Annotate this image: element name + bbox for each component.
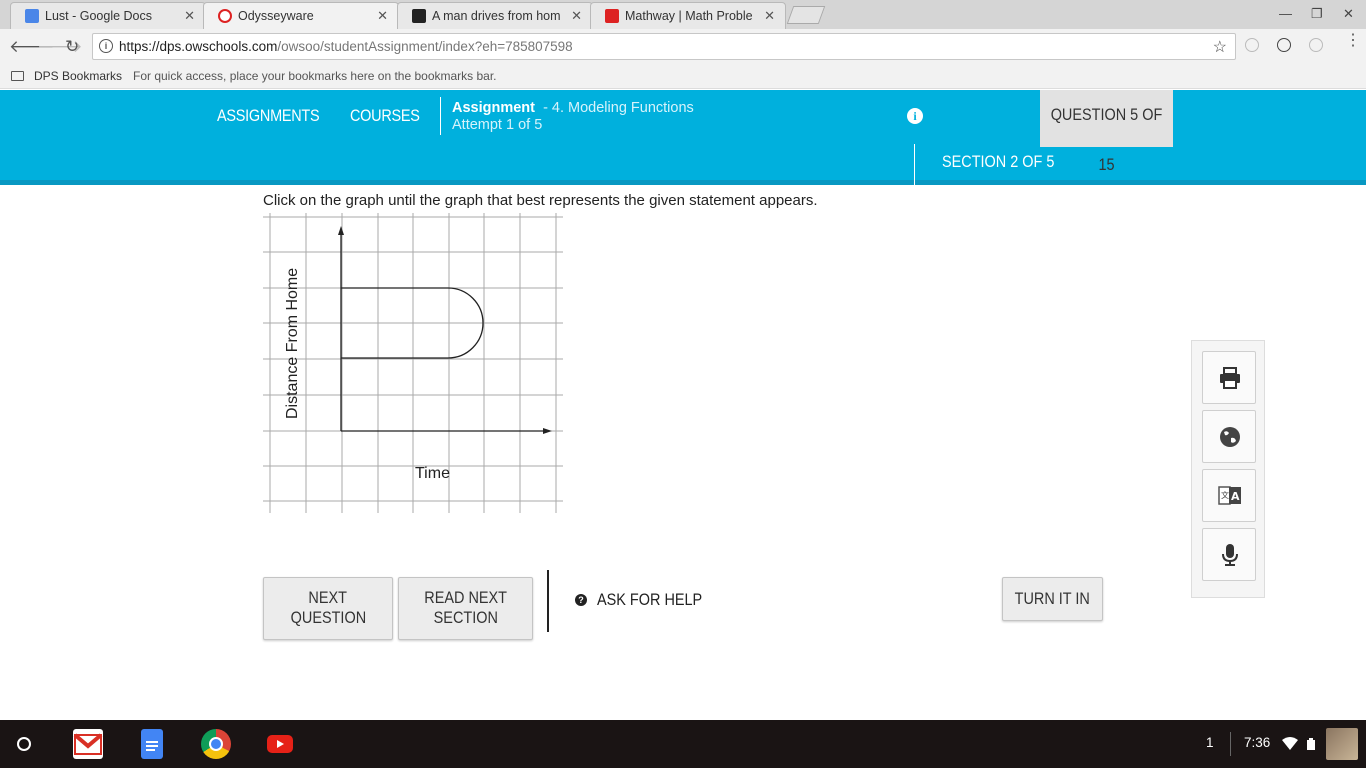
odysseyware-icon (218, 9, 232, 23)
app-header: ASSIGNMENTS COURSES Assignment - 4. Mode… (0, 90, 1366, 185)
button-label: SECTION (433, 608, 498, 627)
clock[interactable]: 7:36 (1244, 735, 1270, 750)
divider (440, 97, 441, 135)
help-label: ASK FOR HELP (597, 590, 703, 609)
bookmark-star-icon[interactable]: ☆ (1213, 37, 1227, 57)
notification-count[interactable]: 1 (1206, 735, 1214, 750)
tab-strip: Lust - Google Docs ✕ Odysseyware ✕ A man… (0, 0, 1366, 29)
battery-icon[interactable] (1306, 738, 1316, 750)
extension-icon[interactable] (1309, 38, 1323, 52)
minimize-icon[interactable]: — (1279, 6, 1292, 21)
bookmarks-folder[interactable]: DPS Bookmarks (34, 69, 122, 83)
google-docs-icon[interactable] (141, 729, 163, 759)
launcher-icon[interactable] (17, 737, 31, 751)
restore-icon[interactable]: ❐ (1311, 6, 1323, 22)
divider (914, 144, 915, 185)
attempt-counter: Attempt 1 of 5 (452, 117, 543, 133)
avatar[interactable] (1326, 728, 1358, 760)
folder-icon (11, 71, 24, 81)
answer-graph[interactable]: Distance From Home Time (263, 213, 563, 513)
google-docs-icon (25, 9, 39, 23)
turn-it-in-button[interactable]: TURN IT IN (1002, 577, 1103, 621)
chrome-icon[interactable] (201, 729, 231, 759)
graph-grid (263, 213, 563, 513)
tab-google-docs[interactable]: Lust - Google Docs ✕ (10, 2, 206, 29)
print-button[interactable] (1202, 351, 1256, 404)
translate-icon: 文 A (1218, 486, 1241, 505)
divider (1230, 732, 1231, 756)
nav-assignments[interactable]: ASSIGNMENTS (217, 106, 320, 126)
button-label: TURN IT IN (1014, 589, 1091, 608)
button-label: NEXT (308, 588, 348, 607)
globe-button[interactable] (1202, 410, 1256, 463)
mathway-icon (605, 9, 619, 23)
tab-title: Lust - Google Docs (45, 9, 152, 23)
info-icon[interactable]: i (907, 108, 923, 124)
section-counter: SECTION 2 OF 5 (942, 152, 1055, 171)
menu-icon[interactable]: ⋮ (1345, 33, 1361, 49)
x-axis-arrow (543, 428, 552, 434)
print-icon (1220, 367, 1240, 389)
y-axis-label: Distance From Home (284, 268, 301, 419)
svg-text:A: A (1231, 490, 1240, 503)
globe-icon (1220, 427, 1240, 447)
assignment-title: Assignment - 4. Modeling Functions (452, 100, 694, 116)
nav-courses[interactable]: COURSES (350, 106, 420, 126)
question-counter: QUESTION 5 OF 15 (1040, 90, 1173, 174)
assignment-name: - 4. Modeling Functions (543, 100, 694, 116)
graph-axes (340, 229, 547, 432)
ask-for-help-link[interactable]: ? ASK FOR HELP (575, 590, 721, 610)
button-label: READ NEXT (424, 588, 507, 607)
close-icon[interactable]: ✕ (571, 8, 582, 24)
next-question-button[interactable]: NEXT QUESTION (263, 577, 393, 640)
brainly-icon (412, 9, 426, 23)
wifi-icon[interactable] (1282, 737, 1298, 750)
address-bar[interactable]: i https://dps.owschools.com/owsoo/studen… (92, 33, 1236, 60)
x-axis-label: Time (415, 465, 450, 482)
read-next-section-button[interactable]: READ NEXT SECTION (398, 577, 533, 640)
tools-panel: 文 A (1191, 340, 1265, 598)
url-text: https://dps.owschools.com/owsoo/studentA… (119, 39, 573, 54)
translate-button[interactable]: 文 A (1202, 469, 1256, 522)
bookmarks-bar: DPS Bookmarks For quick access, place yo… (0, 65, 1366, 89)
microphone-button[interactable] (1202, 528, 1256, 581)
tab-brainly[interactable]: A man drives from home ✕ (397, 2, 593, 29)
tab-title: A man drives from home (432, 9, 560, 23)
y-axis-arrow (338, 226, 344, 235)
tab-odysseyware[interactable]: Odysseyware ✕ (203, 2, 399, 29)
button-label: QUESTION (290, 608, 366, 627)
power-icon[interactable] (1277, 38, 1291, 52)
site-info-icon[interactable]: i (99, 39, 113, 53)
tab-title: Odysseyware (238, 9, 314, 23)
reload-icon[interactable]: ↻ (65, 37, 79, 57)
assignment-label: Assignment (452, 100, 535, 116)
close-icon[interactable]: ✕ (764, 8, 775, 24)
bookmarks-hint: For quick access, place your bookmarks h… (133, 69, 497, 83)
new-tab-button[interactable] (786, 6, 826, 24)
tab-title: Mathway | Math Problem (625, 9, 753, 23)
svg-text:文: 文 (1221, 490, 1229, 500)
youtube-icon[interactable] (267, 735, 293, 753)
divider (547, 570, 549, 632)
gmail-icon[interactable] (73, 729, 103, 759)
browser-toolbar: 🡐 🡒 ↻ i https://dps.owschools.com/owsoo/… (0, 29, 1366, 65)
close-icon[interactable]: ✕ (377, 8, 388, 24)
question-prompt: Click on the graph until the graph that … (263, 192, 818, 209)
question-mark-icon: ? (575, 594, 587, 606)
close-icon[interactable]: ✕ (184, 8, 195, 24)
extension-icon[interactable] (1245, 38, 1259, 52)
tab-mathway[interactable]: Mathway | Math Problem ✕ (590, 2, 786, 29)
close-window-icon[interactable]: ✕ (1343, 6, 1354, 22)
microphone-icon (1222, 544, 1238, 566)
